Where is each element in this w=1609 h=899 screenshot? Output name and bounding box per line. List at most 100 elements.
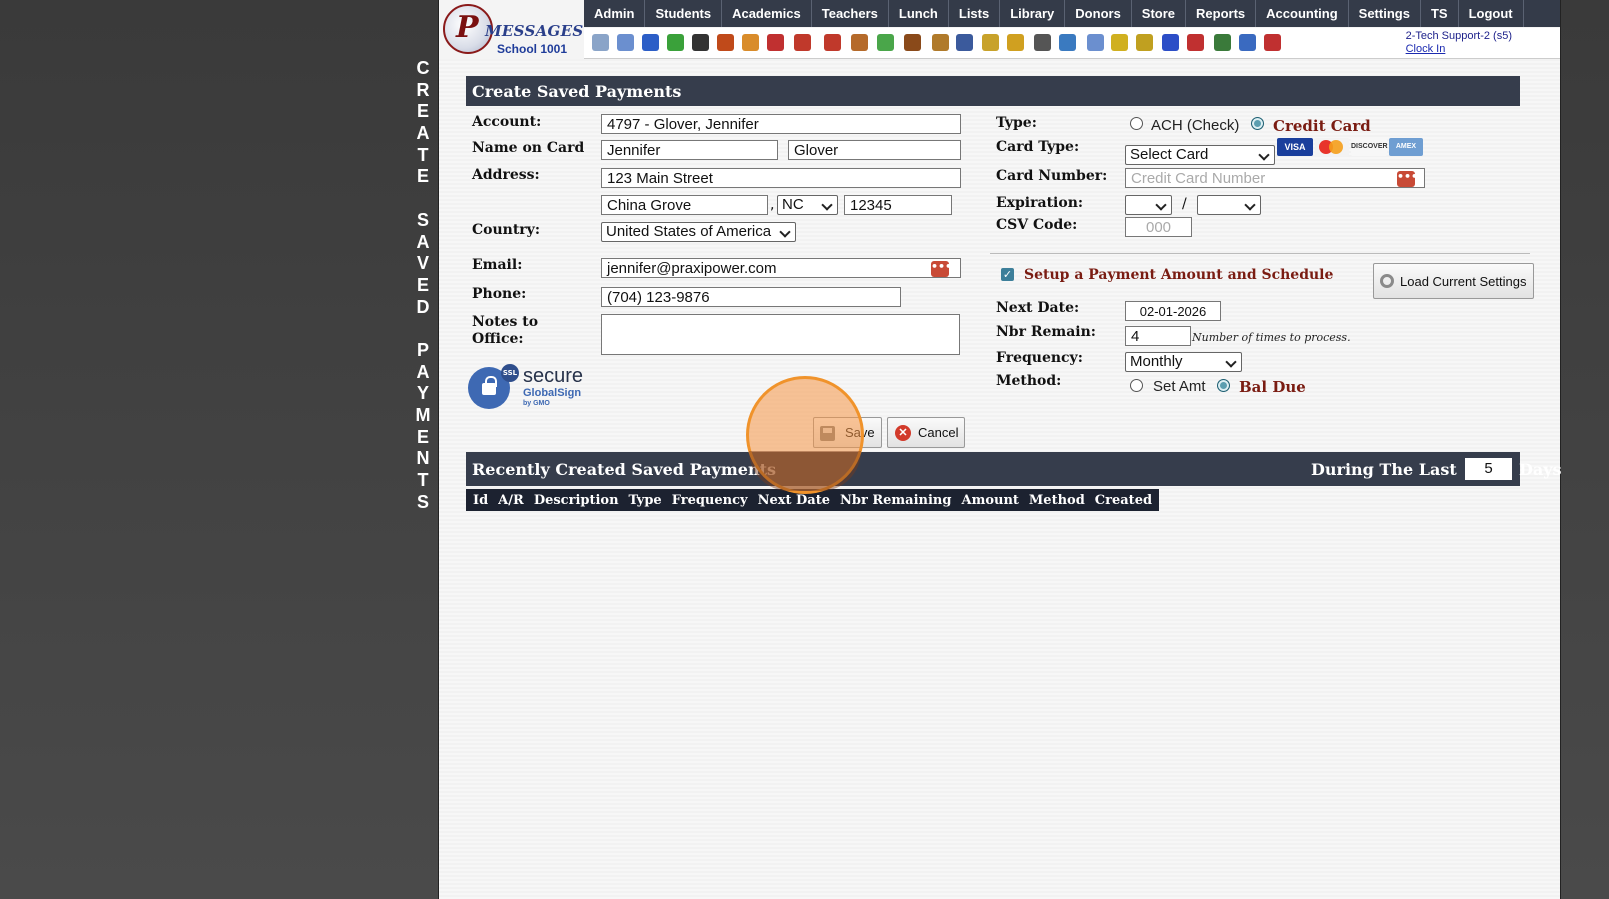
first-name-field[interactable]: Jennifer [601, 140, 778, 160]
money-icon[interactable] [1214, 34, 1231, 51]
column-header-method[interactable]: Method [1024, 493, 1090, 508]
column-header-type[interactable]: Type [624, 493, 667, 508]
zip-field[interactable]: 12345 [844, 195, 952, 215]
person-icon[interactable] [824, 34, 841, 51]
column-header-description[interactable]: Description [529, 493, 624, 508]
column-header-next-date[interactable]: Next Date [753, 493, 835, 508]
visa-logo-icon: VISA [1277, 138, 1313, 156]
menu-item-academics[interactable]: Academics [722, 0, 812, 27]
table-icon[interactable] [1087, 34, 1104, 51]
menu-item-store[interactable]: Store [1132, 0, 1187, 27]
person-2-icon[interactable] [851, 34, 868, 51]
magnifier-icon[interactable] [592, 34, 609, 51]
chat-icon[interactable] [667, 34, 684, 51]
menu-item-settings[interactable]: Settings [1349, 0, 1421, 27]
side-title-letter: C [416, 58, 430, 78]
pdf-icon[interactable] [1187, 34, 1204, 51]
menu-item-donors[interactable]: Donors [1065, 0, 1132, 27]
save-button[interactable]: Save [813, 417, 882, 448]
expiration-label: Expiration: [996, 195, 1084, 211]
book-icon[interactable] [956, 34, 973, 51]
column-header-frequency[interactable]: Frequency [667, 493, 753, 508]
schedule-checkbox[interactable]: ✓ [1001, 268, 1014, 281]
credit-card-radio[interactable] [1251, 117, 1264, 130]
ap-icon[interactable] [1162, 34, 1179, 51]
email-options-icon[interactable]: ••• [931, 261, 952, 277]
school-logo[interactable]: P MESSAGES School 1001 [441, 2, 583, 56]
phone-icon[interactable] [692, 34, 709, 51]
arrow-right-icon[interactable] [1007, 34, 1024, 51]
printer-icon[interactable] [1136, 34, 1153, 51]
type-label: Type: [996, 115, 1037, 131]
side-title-letter: S [416, 491, 429, 512]
menu-item-reports[interactable]: Reports [1186, 0, 1257, 27]
burger-icon[interactable] [932, 34, 949, 51]
clock-in-link[interactable]: Clock In [1406, 43, 1512, 56]
menu-item-students[interactable]: Students [645, 0, 723, 27]
cancel-button[interactable]: ✕ Cancel [887, 417, 965, 448]
user-icon[interactable] [1034, 34, 1051, 51]
menu-item-ts[interactable]: TS [1421, 0, 1459, 27]
next-date-input[interactable]: 02-01-2026 [1125, 301, 1221, 321]
frequency-label: Frequency: [996, 350, 1083, 366]
help-icon[interactable] [1239, 34, 1256, 51]
email-field[interactable]: jennifer@praxipower.com [601, 258, 961, 278]
column-header-id[interactable]: Id [468, 493, 493, 508]
csv-input[interactable]: 000 [1125, 217, 1192, 237]
country-label: Country: [472, 222, 540, 238]
schedule-toggle-label: Setup a Payment Amount and Schedule [1024, 267, 1334, 283]
ssl-gmo-text: by GMO [523, 400, 550, 407]
column-header-created[interactable]: Created [1090, 493, 1157, 508]
notes-textarea[interactable] [601, 314, 960, 355]
account-field[interactable]: 4797 - Glover, Jennifer [601, 114, 961, 134]
card-type-select[interactable]: Select Card [1125, 145, 1275, 165]
load-current-settings-button[interactable]: Load Current Settings [1373, 263, 1534, 299]
card-icon[interactable] [1111, 34, 1128, 51]
ticket-icon[interactable] [877, 34, 894, 51]
speaker-icon[interactable] [717, 34, 734, 51]
last-name-field[interactable]: Glover [788, 140, 961, 160]
user-name: 2-Tech Support-2 (s5) [1405, 30, 1512, 42]
menu-item-lists[interactable]: Lists [949, 0, 1001, 27]
menu-item-lunch[interactable]: Lunch [889, 0, 949, 27]
card-number-input[interactable]: Credit Card Number [1125, 168, 1425, 188]
days-input[interactable]: 5 [1465, 458, 1512, 480]
menu-item-teachers[interactable]: Teachers [812, 0, 889, 27]
credit-card-label: Credit Card [1273, 117, 1371, 135]
nbr-remain-input[interactable]: 4 [1125, 326, 1191, 346]
set-amt-radio[interactable] [1130, 379, 1143, 392]
name-on-card-label: Name on Card [472, 140, 585, 156]
column-header-nbr-remaining[interactable]: Nbr Remaining [835, 493, 956, 508]
column-header-amount[interactable]: Amount [956, 493, 1023, 508]
clock-icon[interactable] [1059, 34, 1076, 51]
bal-due-radio[interactable] [1217, 379, 1230, 392]
group-icon[interactable] [904, 34, 921, 51]
calendar-icon[interactable] [767, 34, 784, 51]
megaphone-icon[interactable] [794, 34, 811, 51]
ssl-seal: SSL [501, 364, 519, 382]
menu-item-logout[interactable]: Logout [1459, 0, 1524, 27]
exp-month-select[interactable] [1125, 195, 1172, 215]
menu-item-library[interactable]: Library [1000, 0, 1066, 27]
country-select[interactable]: United States of America [601, 222, 796, 242]
calendar-grid-icon[interactable] [617, 34, 634, 51]
wand-icon[interactable] [982, 34, 999, 51]
ssl-secure-text: secure [523, 365, 584, 387]
power-icon[interactable] [1264, 34, 1281, 51]
city-field[interactable]: China Grove [601, 195, 768, 215]
document-icon[interactable] [742, 34, 759, 51]
column-header-a-r[interactable]: A/R [493, 493, 529, 508]
exp-year-select[interactable] [1197, 195, 1261, 215]
street-field[interactable]: 123 Main Street [601, 168, 961, 188]
bal-due-label: Bal Due [1239, 378, 1306, 396]
divider [990, 253, 1530, 254]
at-sign-icon[interactable] [642, 34, 659, 51]
frequency-select[interactable]: Monthly [1125, 352, 1242, 372]
ach-radio[interactable] [1130, 117, 1143, 130]
card-number-options-icon[interactable]: ••• [1397, 171, 1418, 187]
menu-item-admin[interactable]: Admin [584, 0, 646, 27]
state-select[interactable]: NC [777, 195, 838, 215]
recent-payments-header: Recently Created Saved Payments During T… [466, 452, 1562, 486]
menu-item-accounting[interactable]: Accounting [1256, 0, 1349, 27]
phone-field[interactable]: (704) 123-9876 [601, 287, 901, 307]
